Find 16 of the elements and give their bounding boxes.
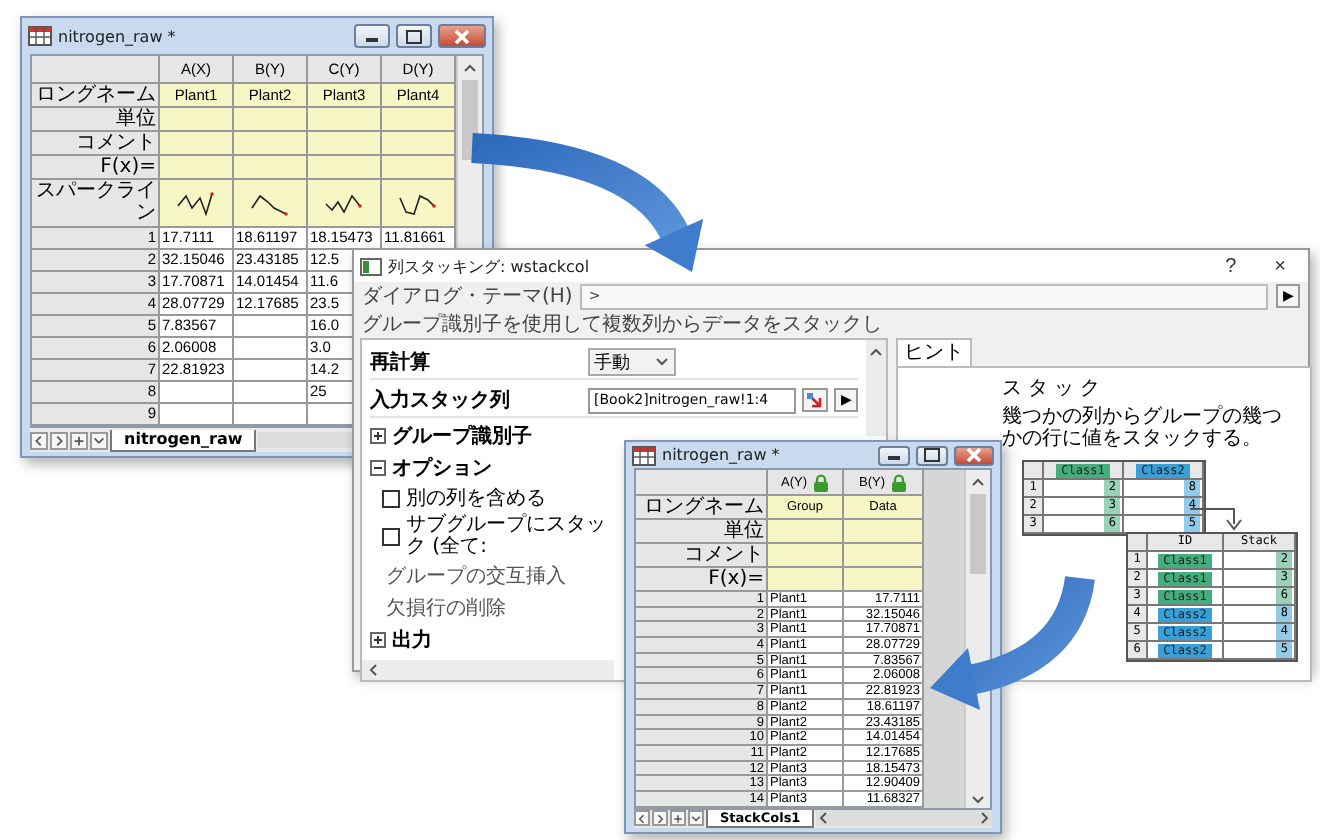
row-header: コメント	[636, 544, 768, 568]
row-header: スパークライン	[32, 180, 160, 228]
row-header: ロングネーム	[636, 496, 768, 520]
hint-title: スタック	[1002, 376, 1108, 402]
row-header: ロングネーム	[32, 84, 160, 108]
hint-text: 幾つかの列からグループの幾つかの行に値をスタックする。	[1002, 406, 1284, 450]
row-header: F(x)=	[636, 568, 768, 592]
window-title: 列スタッキング: wstackcol	[388, 255, 592, 277]
row-header: コメント	[32, 132, 160, 156]
row-header: 単位	[636, 520, 768, 544]
window-title: nitrogen_raw *	[58, 27, 178, 45]
row-header: 単位	[32, 108, 160, 132]
option-label: 欠損行の削除	[384, 595, 506, 622]
row-header: F(x)=	[32, 156, 160, 180]
window-title: nitrogen_raw *	[662, 446, 782, 464]
option-label: グループの交互挿入	[384, 563, 566, 590]
